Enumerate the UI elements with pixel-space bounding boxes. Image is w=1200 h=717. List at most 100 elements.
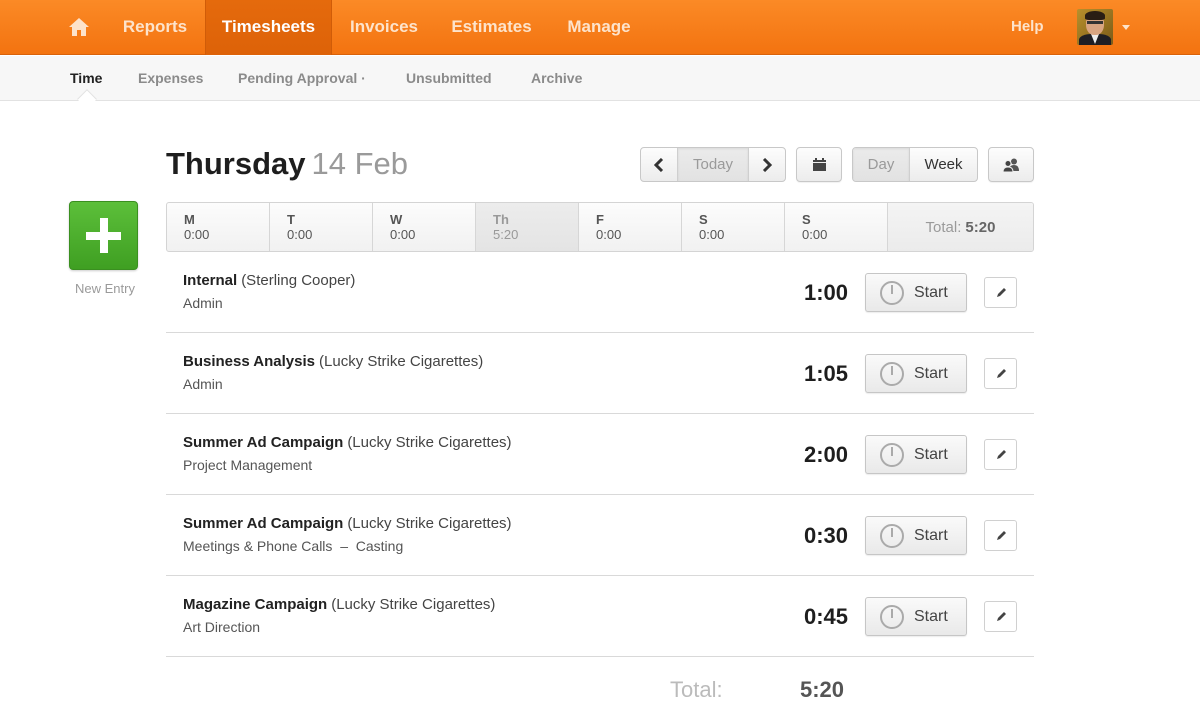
day-hours: 0:00 (184, 227, 210, 242)
user-avatar[interactable] (1077, 9, 1113, 45)
day-tab-saturday[interactable]: S 0:00 (682, 203, 785, 251)
clock-icon (880, 523, 904, 548)
start-label: Start (914, 607, 948, 625)
edit-entry-button[interactable] (984, 277, 1017, 308)
day-abbr: T (287, 212, 295, 227)
nav-estimates[interactable]: Estimates (436, 0, 547, 55)
week-summary-bar: M 0:00 T 0:00 W 0:00 Th 5:20 F 0:00 S 0:… (166, 202, 1034, 252)
today-button[interactable]: Today (678, 148, 749, 181)
start-label: Start (914, 283, 948, 301)
nav-manage[interactable]: Manage (550, 0, 648, 55)
pencil-icon (996, 368, 1006, 378)
nav-timesheets[interactable]: Timesheets (205, 0, 332, 55)
project-name: Magazine Campaign (183, 596, 328, 613)
client-name: (Lucky Strike Cigarettes) (319, 353, 484, 370)
day-tab-tuesday[interactable]: T 0:00 (270, 203, 373, 251)
entry-hours: 1:05 (803, 361, 848, 386)
next-day-button[interactable] (749, 148, 785, 181)
client-name: (Lucky Strike Cigarettes) (331, 596, 496, 613)
clock-icon (880, 361, 904, 386)
entry-hours: 2:00 (803, 442, 848, 467)
day-view-button[interactable]: Day (853, 148, 910, 181)
day-total-value: 5:20 (800, 677, 845, 702)
project-name: Summer Ad Campaign (183, 434, 344, 451)
day-hours: 0:00 (287, 227, 313, 242)
week-total-label: Total: (925, 218, 962, 236)
subnav-expenses[interactable]: Expenses (138, 56, 203, 100)
pencil-icon (996, 611, 1006, 621)
subnav-pending-approval[interactable]: Pending Approval · (238, 56, 366, 100)
day-abbr: W (390, 212, 403, 227)
calendar-icon (812, 158, 826, 171)
home-icon (69, 18, 89, 36)
day-tab-friday[interactable]: F 0:00 (579, 203, 682, 251)
client-name: (Lucky Strike Cigarettes) (347, 434, 512, 451)
pencil-icon (996, 449, 1006, 459)
start-label: Start (914, 445, 948, 463)
day-hours: 0:00 (802, 227, 828, 242)
new-entry-button[interactable] (69, 201, 138, 270)
day-abbr: F (596, 212, 604, 227)
day-tab-monday[interactable]: M 0:00 (167, 203, 270, 251)
day-hours: 0:00 (596, 227, 622, 242)
client-name: (Lucky Strike Cigarettes) (347, 515, 512, 532)
start-timer-button[interactable]: Start (865, 354, 967, 393)
task-name: Meetings & Phone Calls – Casting (183, 538, 404, 554)
help-link[interactable]: Help (1011, 0, 1044, 54)
subnav-archive[interactable]: Archive (531, 56, 582, 100)
chevron-left-icon (654, 157, 664, 172)
day-abbr: S (699, 212, 708, 227)
chevron-right-icon (762, 157, 772, 172)
nav-reports[interactable]: Reports (108, 0, 202, 55)
clock-icon (880, 280, 904, 305)
entry-hours: 0:30 (803, 523, 848, 548)
home-button[interactable] (66, 14, 92, 40)
week-total: Total: 5:20 (888, 203, 1033, 251)
start-timer-button[interactable]: Start (865, 273, 967, 312)
start-timer-button[interactable]: Start (865, 516, 967, 555)
sub-nav: Time Expenses Pending Approval · Unsubmi… (0, 56, 1200, 109)
task-name: Admin (183, 376, 223, 392)
clock-icon (880, 604, 904, 629)
day-tab-wednesday[interactable]: W 0:00 (373, 203, 476, 251)
page-title: Thursday 14 Feb (166, 146, 408, 182)
subnav-unsubmitted[interactable]: Unsubmitted (406, 56, 492, 100)
client-name: (Sterling Cooper) (241, 272, 356, 289)
time-entry-row: Business Analysis (Lucky Strike Cigarette… (166, 333, 1034, 414)
pencil-icon (996, 287, 1006, 297)
view-toggle: Day Week (852, 147, 978, 182)
task-name: Project Management (183, 457, 313, 473)
day-tab-thursday[interactable]: Th 5:20 (476, 203, 579, 251)
prev-day-button[interactable] (641, 148, 678, 181)
project-name: Summer Ad Campaign (183, 515, 344, 532)
start-label: Start (914, 526, 948, 544)
edit-entry-button[interactable] (984, 520, 1017, 551)
calendar-button[interactable] (796, 147, 842, 182)
day-abbr: Th (493, 212, 509, 227)
pencil-icon (996, 530, 1006, 540)
week-total-value: 5:20 (965, 218, 996, 236)
task-name: Admin (183, 295, 223, 311)
day-tab-sunday[interactable]: S 0:00 (785, 203, 888, 251)
day-abbr: M (184, 212, 195, 227)
time-entries-list: Internal (Sterling Cooper) Admin 1:00 Sta… (166, 252, 1034, 657)
weekday-title: Thursday (166, 146, 306, 181)
day-abbr: S (802, 212, 811, 227)
start-label: Start (914, 364, 948, 382)
day-hours: 0:00 (390, 227, 416, 242)
time-entry-row: Summer Ad Campaign (Lucky Strike Cigarett… (166, 414, 1034, 495)
time-entry-row: Summer Ad Campaign (Lucky Strike Cigarett… (166, 495, 1034, 576)
teammates-button[interactable] (988, 147, 1034, 182)
time-entry-row: Internal (Sterling Cooper) Admin 1:00 Sta… (166, 252, 1034, 333)
caret-down-icon[interactable] (1122, 25, 1130, 30)
start-timer-button[interactable]: Start (865, 597, 967, 636)
start-timer-button[interactable]: Start (865, 435, 967, 474)
week-view-button[interactable]: Week (910, 148, 977, 181)
nav-invoices[interactable]: Invoices (335, 0, 433, 55)
edit-entry-button[interactable] (984, 358, 1017, 389)
edit-entry-button[interactable] (984, 439, 1017, 470)
day-total-label: Total: (670, 677, 723, 702)
date-navigation: Today (640, 147, 786, 182)
project-name: Internal (183, 272, 238, 289)
edit-entry-button[interactable] (984, 601, 1017, 632)
